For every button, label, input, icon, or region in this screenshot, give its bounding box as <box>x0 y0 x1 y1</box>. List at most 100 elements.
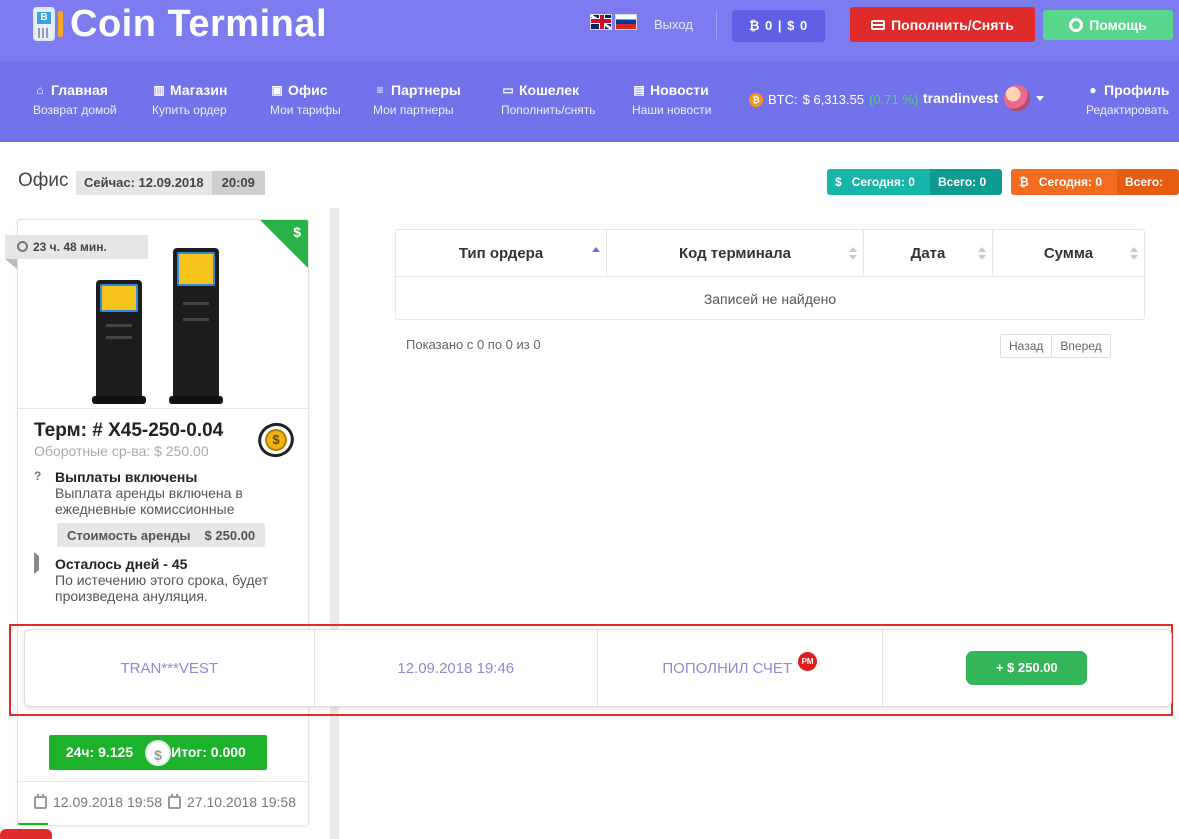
nav-item-label: Магазин <box>170 82 228 98</box>
nav-item-partners[interactable]: ≡ Партнеры Мои партнеры <box>373 82 461 117</box>
days-left-title: Осталось дней - 45 <box>55 556 188 572</box>
btc-stats-badge: ₿ Сегодня: 0 Всего: 0 <box>1011 169 1179 195</box>
username: trandinvest <box>923 90 999 106</box>
feed-datetime-text: 12.09.2018 19:46 <box>397 659 515 677</box>
sort-icon <box>978 247 986 261</box>
logo[interactable]: B Coin Terminal <box>30 4 327 44</box>
perfect-money-icon: PM <box>798 651 818 671</box>
terminal-progress-bar <box>18 823 48 825</box>
top-bar: B Coin Terminal Выход ₿ 0 | $ 0 Пополнит… <box>0 0 1179 61</box>
feed-datetime: 12.09.2018 19:46 <box>315 630 598 706</box>
btc-label: BTC: <box>768 92 798 107</box>
prev-page-button[interactable]: Назад <box>1001 335 1052 357</box>
feed-action-text: ПОПОЛНИЛ СЧЕТ <box>662 659 793 677</box>
usd-total: Всего: 0 <box>930 169 1002 195</box>
column-header-amount[interactable]: Сумма <box>993 230 1144 277</box>
logo-text: Coin Terminal <box>70 3 328 45</box>
column-header-order-type[interactable]: Тип ордера <box>396 230 607 277</box>
column-label: Код терминала <box>678 245 792 262</box>
deposit-withdraw-button[interactable]: Пополнить/Снять <box>850 7 1035 42</box>
help-button[interactable]: Помощь <box>1043 10 1173 40</box>
nav-item-sub: Редактировать <box>1086 103 1169 117</box>
user-menu[interactable]: trandinvest <box>923 85 1045 111</box>
bank-icon: ▥ <box>153 83 165 97</box>
deposit-withdraw-label: Пополнить/Снять <box>891 16 1014 33</box>
lifebuoy-icon <box>1069 18 1084 32</box>
bitcoin-icon: ₿ <box>749 92 763 107</box>
btc-ticker: ₿ BTC: $ 6,313.55 (0.71 %) <box>749 92 918 107</box>
calendar-plus-icon <box>34 793 47 809</box>
logout-link[interactable]: Выход <box>654 17 693 32</box>
sort-icon <box>1130 247 1138 261</box>
rent-cost-badge: Стоимость аренды $ 250.00 <box>57 523 266 547</box>
nav-item-home[interactable]: ⌂ Главная Возврат домой <box>33 82 117 117</box>
uk-flag-icon[interactable] <box>590 14 612 30</box>
column-label: Дата <box>910 245 946 262</box>
amount-badge: + $ 250.00 <box>966 651 1088 685</box>
btc-change: (0.71 %) <box>869 92 919 107</box>
column-divider <box>330 208 339 839</box>
main-nav: ⌂ Главная Возврат домой ▥ Магазин Купить о… <box>0 61 1179 142</box>
dollar-icon: $ <box>293 224 301 240</box>
avatar <box>1004 85 1031 111</box>
divider <box>716 10 717 40</box>
nav-item-news[interactable]: ▤ Новости Наши новости <box>632 82 711 117</box>
nav-item-sub: Возврат домой <box>33 103 117 117</box>
sort-icon <box>849 247 857 261</box>
nav-item-office[interactable]: ▣ Офис Мои тарифы <box>270 82 341 117</box>
usd-stats-badge: $ Сегодня: 0 Всего: 0 <box>827 169 1002 195</box>
terminal-dates: 12.09.2018 19:58 27.10.2018 19:58 <box>34 793 296 810</box>
terminal-title: Терм: # X45-250-0.04 <box>34 420 224 441</box>
nav-item-sub: Пополнить/снять <box>501 103 596 117</box>
timer-badge: 23 ч. 48 мин. <box>5 235 148 269</box>
column-header-date[interactable]: Дата <box>864 230 993 277</box>
dollar-icon: $ <box>835 175 842 189</box>
timer-text: 23 ч. 48 мин. <box>33 240 107 254</box>
question-icon: ? <box>34 469 42 483</box>
next-page-button[interactable]: Вперед <box>1051 335 1110 357</box>
sort-asc-icon <box>592 247 600 261</box>
coin-cycle-icon: $ <box>253 417 299 463</box>
current-datetime: Сейчас: 12.09.2018 20:09 <box>76 171 265 195</box>
usd-today: Сегодня: 0 <box>851 175 915 189</box>
rent-label: Стоимость аренды <box>67 527 191 543</box>
pagination: Назад Вперед <box>1000 334 1111 358</box>
ru-flag-icon[interactable] <box>615 14 637 30</box>
caret-right-icon <box>34 552 46 574</box>
language-switcher <box>590 14 637 30</box>
btc-total: Всего: 0 <box>1117 169 1179 195</box>
nav-item-label: Новости <box>650 82 709 98</box>
rent-value: $ 250.00 <box>204 527 256 543</box>
nav-item-shop[interactable]: ▥ Магазин Купить ордер <box>152 82 227 117</box>
live-transaction-card: TRAN***VEST 12.09.2018 19:46 ПОПОЛНИЛ СЧ… <box>24 629 1172 707</box>
help-label: Помощь <box>1089 17 1147 33</box>
divider <box>18 781 308 782</box>
nav-item-label: Офис <box>288 82 328 98</box>
briefcase-icon: ▣ <box>271 83 283 97</box>
divider <box>18 408 308 409</box>
calendar-minus-icon <box>168 793 181 809</box>
earnings-counter: 24ч: 9.125 Итог: 0.000 $ <box>49 735 267 770</box>
balance-display: ₿ 0 | $ 0 <box>732 10 825 42</box>
payouts-text: Выплата аренды включена в ежедневные ком… <box>55 485 243 517</box>
list-icon: ≡ <box>376 83 384 97</box>
table-header: Тип ордера Код терминала Дата Сумма <box>396 230 1144 277</box>
column-label: Сумма <box>1043 245 1094 262</box>
btc-today: Сегодня: 0 <box>1038 175 1103 189</box>
clock-icon <box>17 241 28 252</box>
table-info: Показано с 0 по 0 из 0 <box>406 337 541 352</box>
nav-item-label: Кошелек <box>519 82 580 98</box>
home-icon: ⌂ <box>36 83 44 97</box>
date-end: 27.10.2018 19:58 <box>187 794 296 810</box>
nav-item-profile[interactable]: ● Профиль Редактировать <box>1086 82 1170 117</box>
logo-icon: B <box>30 5 66 43</box>
nav-item-wallet[interactable]: ▭ Кошелек Пополнить/снять <box>501 82 596 117</box>
btc-price: $ 6,313.55 <box>802 92 865 107</box>
credit-card-icon: ▭ <box>502 83 514 97</box>
newspaper-icon: ▤ <box>633 83 645 97</box>
column-header-terminal-code[interactable]: Код терминала <box>607 230 864 277</box>
days-left-text: По истечению этого срока, будет произвед… <box>55 572 269 604</box>
column-label: Тип ордера <box>458 245 544 262</box>
feed-action: ПОПОЛНИЛ СЧЕТ PM <box>598 630 883 706</box>
terminal-turnover: Оборотные ср-ва: $ 250.00 <box>34 443 209 459</box>
